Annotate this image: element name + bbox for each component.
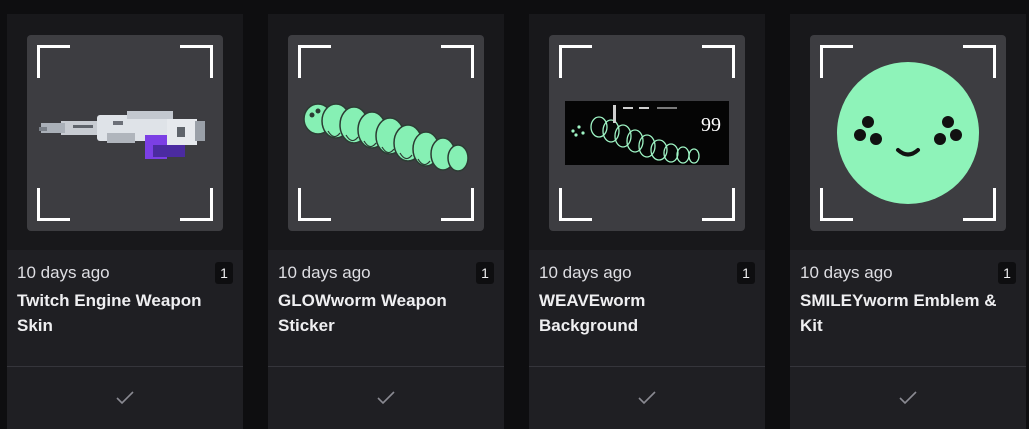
frame-corner <box>441 188 474 221</box>
card-media <box>7 14 243 250</box>
frame-corner <box>441 45 474 78</box>
frame-corner <box>298 188 331 221</box>
drop-time: 10 days ago <box>800 263 893 282</box>
reward-title: WEAVEworm Background <box>539 291 646 335</box>
frame-corner <box>702 45 735 78</box>
drop-card[interactable]: 10 days ago 1 SMILEYworm Emblem & Kit <box>790 14 1026 429</box>
frame-corner <box>963 45 996 78</box>
divider <box>529 366 765 367</box>
drop-time: 10 days ago <box>278 263 371 282</box>
drop-time: 10 days ago <box>17 263 110 282</box>
drop-card[interactable]: 10 days ago 1 Twitch Engine Weapon Skin <box>7 14 243 429</box>
card-media: 99 <box>529 14 765 250</box>
divider <box>268 366 504 367</box>
reward-image-frame: 99 <box>549 35 745 231</box>
card-info: 10 days ago 1 Twitch Engine Weapon Skin <box>7 250 243 366</box>
check-icon <box>116 391 134 405</box>
card-media <box>790 14 1026 250</box>
reward-image-frame <box>810 35 1006 231</box>
check-icon <box>899 391 917 405</box>
divider <box>7 366 243 367</box>
card-media <box>268 14 504 250</box>
frame-corner <box>298 45 331 78</box>
card-info: 10 days ago 1 SMILEYworm Emblem & Kit <box>790 250 1026 366</box>
frame-corner <box>37 45 70 78</box>
count-badge: 1 <box>215 262 233 284</box>
frame-corner <box>820 45 853 78</box>
count-badge: 1 <box>998 262 1016 284</box>
card-info: 10 days ago 1 GLOWworm Weapon Sticker <box>268 250 504 366</box>
frame-corner <box>559 45 592 78</box>
drop-card[interactable]: 10 days ago 1 GLOWworm Weapon Sticker <box>268 14 504 429</box>
drop-time: 10 days ago <box>539 263 632 282</box>
reward-image-frame <box>288 35 484 231</box>
check-icon <box>377 391 395 405</box>
reward-title: Twitch Engine Weapon Skin <box>17 291 202 335</box>
frame-corner <box>37 188 70 221</box>
drop-card[interactable]: 99 10 days ago 1 WEAVEworm Background <box>529 14 765 429</box>
frame-corner <box>702 188 735 221</box>
frame-corner <box>180 188 213 221</box>
frame-corner <box>559 188 592 221</box>
count-badge: 1 <box>737 262 755 284</box>
count-badge: 1 <box>476 262 494 284</box>
background-number: 99 <box>701 114 721 136</box>
reward-title: GLOWworm Weapon Sticker <box>278 291 447 335</box>
frame-corner <box>820 188 853 221</box>
card-info: 10 days ago 1 WEAVEworm Background <box>529 250 765 366</box>
check-icon <box>638 391 656 405</box>
frame-corner <box>180 45 213 78</box>
divider <box>790 366 1026 367</box>
frame-corner <box>963 188 996 221</box>
reward-image-frame <box>27 35 223 231</box>
reward-title: SMILEYworm Emblem & Kit <box>800 291 997 335</box>
